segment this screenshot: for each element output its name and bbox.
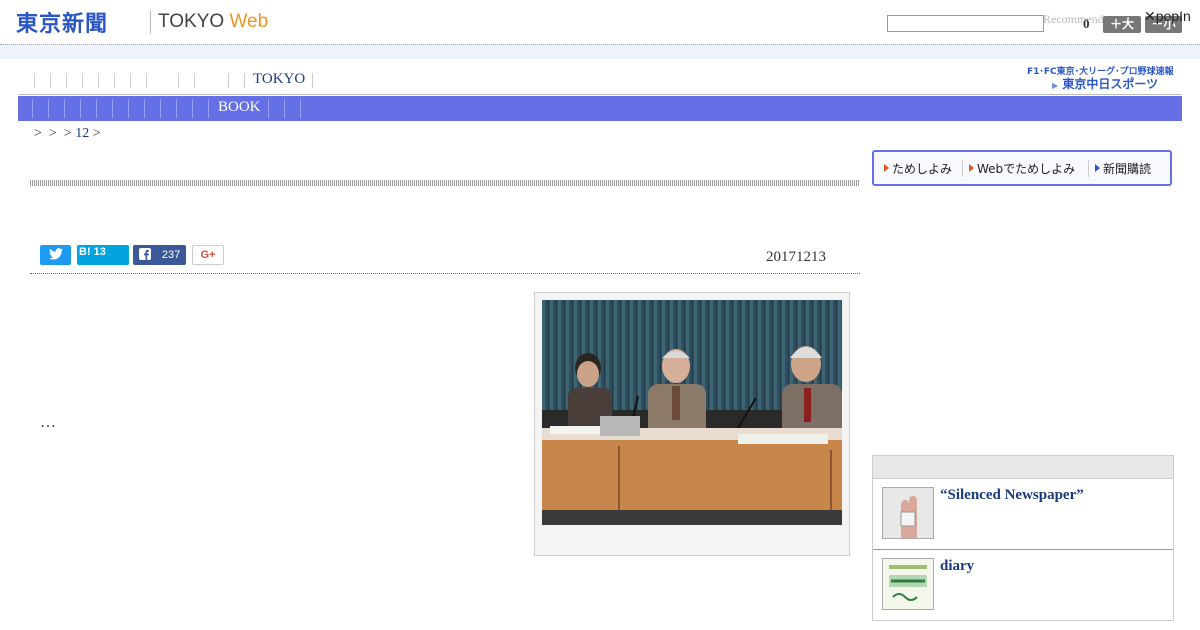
breadcrumb-sep: > [92,126,101,141]
sidebar-item-title[interactable]: “Silenced Newspaper” [940,487,1084,504]
facebook-share-button[interactable]: 237 [133,245,186,265]
category-item[interactable] [64,99,65,118]
google-plus-share-button[interactable]: G+ [192,245,224,265]
silenced-newspaper-thumbnail[interactable] [882,487,934,539]
sports-name: 東京中日スポーツ [1062,77,1159,91]
nav-item[interactable] [312,73,313,88]
nav-top: TOKYO [18,70,1182,95]
category-item[interactable] [192,99,193,118]
trial-read-label: ためしよみ [892,162,953,176]
search-input[interactable] [887,15,1044,32]
category-item[interactable] [208,99,209,118]
site-logo-ja[interactable]: 東京新聞 [16,6,108,38]
nav-item-tokyo[interactable]: TOKYO [253,71,305,88]
subscribe-bar: ためしよみ Webでためしよみ 新聞購読 [872,150,1172,186]
nav-item[interactable] [244,73,245,88]
breadcrumb-sep: > [63,126,72,141]
site-header: 東京新聞 TOKYO Web Recommend 0 ＋大 －小 ✕popIn [0,0,1200,44]
sidebar-item-title[interactable]: diary [940,558,974,575]
subscribe-divider [1088,160,1089,177]
category-item[interactable] [144,99,145,118]
sidebar-item-silenced-newspaper[interactable]: “Silenced Newspaper” [873,479,1173,550]
category-item[interactable] [284,99,285,118]
nav-item[interactable] [194,73,195,88]
press-conference-photo[interactable] [542,300,842,525]
diary-logo-icon [883,559,933,609]
category-item[interactable] [96,99,97,118]
breadcrumb-link[interactable]: 12 [75,126,89,141]
category-item[interactable] [112,99,113,118]
article-body: … [40,414,56,431]
category-item[interactable] [176,99,177,118]
breadcrumb-sep: > [48,126,57,141]
recommend-count: 0 [1083,16,1090,31]
popin-close-button[interactable]: ✕popIn [1144,8,1191,25]
category-item[interactable] [268,99,269,118]
sidebar-item-diary[interactable]: diary [873,550,1173,620]
breadcrumb: > > > 12 > [34,126,101,142]
date-rule [30,273,860,274]
sidebar-box-header [873,456,1173,479]
recommend-label: Recommend [1043,12,1104,26]
subscribe-divider [962,160,963,177]
font-larger-button[interactable]: ＋大 [1103,16,1141,33]
title-rule [30,180,860,186]
nav-item[interactable] [66,73,67,88]
triangle-right-icon [1095,164,1100,172]
logo-tokyo-text: TOKYO [158,11,225,32]
category-item-book[interactable]: BOOK [218,99,261,116]
triangle-right-icon [969,164,974,172]
site-logo-en[interactable]: TOKYO Web [158,11,268,33]
hand-photo-icon [883,488,933,538]
header-strip [0,44,1200,59]
nav-item[interactable] [228,73,229,88]
category-item[interactable] [300,99,301,118]
diary-thumbnail[interactable] [882,558,934,610]
logo-web-text: Web [229,11,269,32]
category-item[interactable] [160,99,161,118]
nav-item[interactable] [98,73,99,88]
nav-item[interactable] [178,73,179,88]
category-nav-bar: BOOK [18,96,1182,121]
play-icon: ▶ [1052,81,1059,90]
triangle-right-icon [884,164,889,172]
nav-item[interactable] [34,73,35,88]
twitter-icon [48,248,63,260]
twitter-share-button[interactable] [40,245,71,265]
sidebar-feature-box: “Silenced Newspaper” diary [872,455,1174,621]
sports-logo[interactable]: ▶ 東京中日スポーツ [1052,75,1158,92]
nav-item[interactable] [146,73,147,88]
facebook-count: 237 [161,249,181,261]
web-trial-read-link[interactable]: Webでためしよみ [969,160,1075,177]
article-photo-frame [534,292,850,556]
trial-read-link[interactable]: ためしよみ [884,160,952,177]
facebook-icon [138,248,151,260]
subscribe-link[interactable]: 新聞購読 [1095,160,1151,177]
nav-item[interactable] [114,73,115,88]
category-item[interactable] [48,99,49,118]
nav-item[interactable] [50,73,51,88]
breadcrumb-sep: > [34,126,42,141]
web-trial-read-label: Webでためしよみ [977,162,1076,176]
hatena-count: B! 13 [79,246,106,258]
logo-divider [150,10,151,34]
nav-item[interactable] [82,73,83,88]
subscribe-label: 新聞購読 [1103,162,1152,176]
category-item[interactable] [128,99,129,118]
category-item[interactable] [80,99,81,118]
article-date: 20171213 [766,249,826,265]
category-item[interactable] [32,99,33,118]
nav-item[interactable] [130,73,131,88]
hatena-bookmark-button[interactable]: B! 13 [77,245,129,265]
google-plus-label: G+ [200,249,216,261]
